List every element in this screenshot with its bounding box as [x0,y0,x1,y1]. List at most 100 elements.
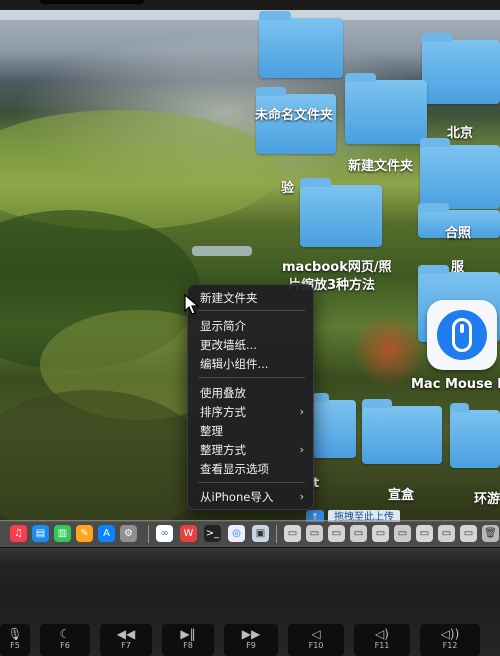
folder-label[interactable]: 未命名文件夹 [255,104,333,123]
key-f6: ☾ F6 [40,624,90,656]
menu-item-import-from-iphone[interactable]: 从iPhone导入 › [200,488,306,506]
keynote-icon[interactable]: ▤ [32,525,49,542]
volume-up-icon: ◁)) [440,627,460,641]
pages-icon[interactable]: ✎ [76,525,93,542]
moon-icon: ☾ [59,627,71,641]
wps-office-icon[interactable]: W [180,525,197,542]
mouse-cursor-icon [184,294,200,315]
fast-forward-icon: ▶▶ [241,627,261,641]
menu-item-label: 排序方式 [200,405,246,419]
key-label: F6 [60,641,70,650]
folder-label[interactable]: 验 [281,177,294,196]
menu-item-edit-widgets[interactable]: 编辑小组件... [200,355,306,373]
menu-item-label: 整理 [200,424,223,438]
menu-item-label: 新建文件夹 [200,291,258,305]
minimized-window-icon[interactable]: ▭ [328,525,345,542]
minimized-window-icon[interactable]: ▭ [372,525,389,542]
app-label[interactable]: Mac Mouse F [411,377,500,392]
menu-bar [0,10,500,20]
menu-item-label: 使用叠放 [200,386,246,400]
folder-icon[interactable] [312,393,356,458]
laptop-hinge [0,548,500,568]
menu-separator [198,377,305,378]
mac-mouse-fix-dock-icon[interactable]: ◎ [228,525,245,542]
key-label: F8 [183,641,193,650]
context-menu: 新建文件夹 显示简介 更改墙纸... 编辑小组件... 使用叠放 排序方式 › 整… [187,284,314,510]
key-label: F9 [246,641,256,650]
menu-item-clean-up[interactable]: 整理 [200,422,306,440]
minimized-window-icon[interactable]: ▭ [460,525,477,542]
key-label: F7 [121,641,131,650]
menu-item-show-view-options[interactable]: 查看显示选项 [200,460,306,478]
folder-label[interactable]: 新建文件夹 [348,155,413,174]
key-label: F12 [442,641,458,650]
play-pause-icon: ▶‖ [180,627,196,641]
key-f10: ◁ F10 [288,624,344,656]
key-f8: ▶‖ F8 [162,624,214,656]
key-f11: ◁) F11 [354,624,410,656]
key-label: F11 [374,641,390,650]
minimized-window-icon[interactable]: ▭ [284,525,301,542]
minimized-window-icon[interactable]: ▭ [306,525,323,542]
folder-label[interactable]: 环游 [474,488,500,507]
key-f12: ◁)) F12 [420,624,480,656]
key-label: F10 [308,641,324,650]
folder-label[interactable]: 合照 [445,222,471,241]
key-f9: ▶▶ F9 [224,624,278,656]
menu-item-label: 编辑小组件... [200,357,269,371]
folder-label[interactable]: 北京 [447,122,473,141]
screen-bezel [0,0,500,10]
folder-icon[interactable] [256,87,336,154]
chevron-right-icon: › [299,405,304,418]
menu-item-label: 显示简介 [200,319,246,333]
dock-separator [276,525,277,543]
folder-icon[interactable] [450,403,500,468]
chevron-right-icon: › [299,490,304,503]
wallpaper-lake [192,246,252,256]
camera-notch [40,0,144,4]
baidu-netdisk-icon[interactable]: ∞ [156,525,173,542]
menu-item-get-info[interactable]: 显示简介 [200,317,306,335]
menu-item-change-wallpaper[interactable]: 更改墙纸... [200,336,306,354]
minimized-window-icon[interactable]: ▭ [416,525,433,542]
menu-item-new-folder[interactable]: 新建文件夹 [200,289,306,307]
mac-mouse-fix-app-icon[interactable] [427,300,497,370]
music-icon[interactable]: ♫ [10,525,27,542]
folder-label[interactable]: macbook网页/照 [282,256,392,275]
folder-icon[interactable] [259,11,343,78]
menu-item-sort-by[interactable]: 排序方式 › [200,403,306,421]
mute-icon: ◁ [311,627,321,641]
numbers-icon[interactable]: ▥ [54,525,71,542]
minimized-window-icon[interactable]: ▭ [438,525,455,542]
dock-separator [148,525,149,543]
rewind-icon: ◀◀ [116,627,136,641]
minimized-window-icon[interactable]: ▭ [350,525,367,542]
menu-item-label: 从iPhone导入 [200,490,274,504]
menu-item-clean-up-by[interactable]: 整理方式 › [200,441,306,459]
folder-icon[interactable] [362,399,442,464]
system-settings-icon[interactable]: ⚙ [120,525,137,542]
menu-separator [198,482,305,483]
key-f5: 🎙 F5 [0,624,30,656]
trash-icon[interactable]: 🗑 [482,525,499,542]
key-f7: ◀◀ F7 [100,624,152,656]
minimized-window-icon[interactable]: ▭ [394,525,411,542]
preview-icon[interactable]: ▣ [252,525,269,542]
app-store-icon[interactable]: A [98,525,115,542]
mic-icon: 🎙 [7,627,23,641]
menu-item-use-stacks[interactable]: 使用叠放 [200,384,306,402]
dock: ♫ ▤ ▥ ✎ A ⚙ ∞ W >_ ◎ ▣ ▭ ▭ ▭ ▭ ▭ ▭ ▭ ▭ ▭… [0,520,500,547]
folder-icon[interactable] [420,138,500,209]
chevron-right-icon: › [299,443,304,456]
folder-icon[interactable] [422,33,500,104]
menu-item-label: 整理方式 [200,443,246,457]
mouse-wheel-icon [460,324,464,333]
menu-item-label: 更改墙纸... [200,338,257,352]
terminal-icon[interactable]: >_ [204,525,221,542]
folder-icon[interactable] [345,73,427,144]
folder-icon[interactable] [300,178,382,247]
key-label: F5 [10,641,20,650]
menu-separator [198,310,305,311]
folder-label[interactable]: 宣盒 [388,484,414,503]
menu-item-label: 查看显示选项 [200,462,269,476]
